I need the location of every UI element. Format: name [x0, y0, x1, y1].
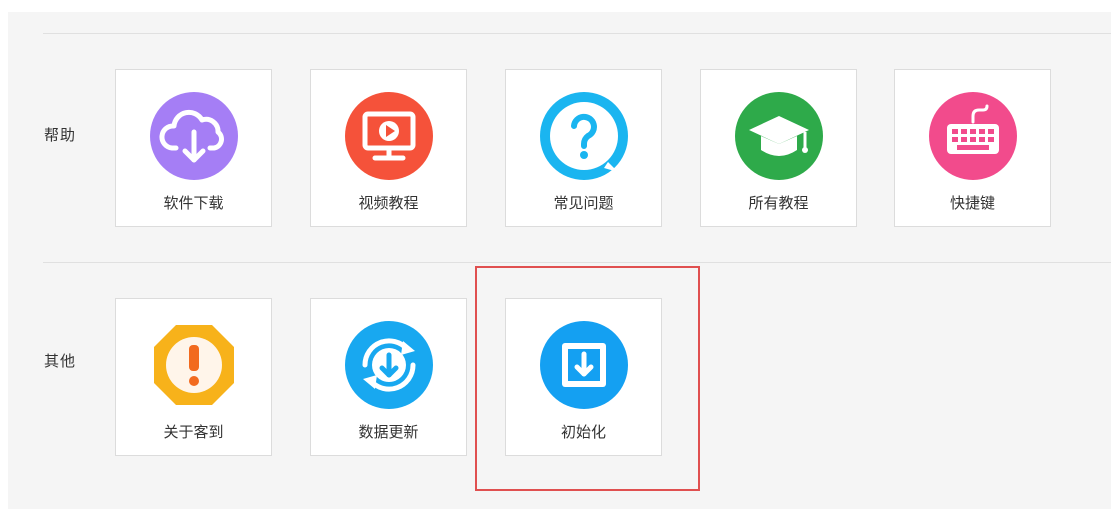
- shortcut-keys-button[interactable]: 快捷键: [894, 69, 1051, 227]
- warning-octagon-icon: [150, 321, 238, 409]
- all-tutorials-button[interactable]: 所有教程: [700, 69, 857, 227]
- top-divider: [43, 33, 1111, 34]
- download-box-icon: [540, 321, 628, 409]
- faq-button[interactable]: 常见问题: [505, 69, 662, 227]
- tile-label: 软件下载: [163, 194, 224, 212]
- question-icon: [540, 92, 628, 180]
- software-download-button[interactable]: 软件下载: [115, 69, 272, 227]
- section-title-other: 其他: [44, 352, 77, 370]
- graduation-cap-icon: [735, 92, 823, 180]
- video-tutorial-button[interactable]: 视频教程: [310, 69, 467, 227]
- tile-label: 数据更新: [358, 423, 419, 441]
- data-update-button[interactable]: 数据更新: [310, 298, 467, 456]
- tile-label: 关于客到: [163, 423, 224, 441]
- tile-label: 初始化: [560, 423, 606, 441]
- section-divider: [43, 262, 1111, 263]
- tile-label: 常见问题: [553, 194, 614, 212]
- tile-label: 快捷键: [949, 194, 995, 212]
- video-monitor-icon: [345, 92, 433, 180]
- section-title-help: 帮助: [44, 126, 77, 144]
- keyboard-icon: [929, 92, 1017, 180]
- refresh-download-icon: [345, 321, 433, 409]
- tile-label: 视频教程: [358, 194, 419, 212]
- cloud-download-icon: [150, 92, 238, 180]
- about-kedao-button[interactable]: 关于客到: [115, 298, 272, 456]
- tile-label: 所有教程: [748, 194, 809, 212]
- initialize-button[interactable]: 初始化: [505, 298, 662, 456]
